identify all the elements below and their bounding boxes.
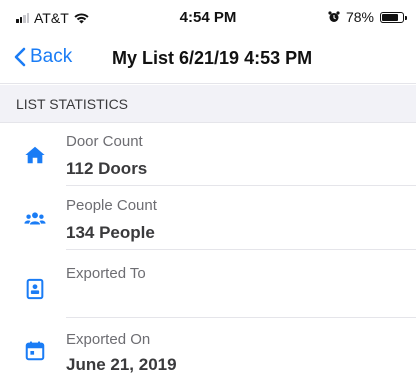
contact-card-icon — [26, 278, 44, 300]
navigation-bar: Back My List 6/21/19 4:53 PM — [0, 34, 416, 84]
battery-icon — [380, 11, 407, 23]
chevron-left-icon — [14, 47, 26, 67]
home-icon — [25, 146, 45, 164]
back-label: Back — [30, 46, 73, 67]
battery-percent: 78% — [345, 9, 374, 25]
alarm-icon — [328, 11, 340, 22]
row-divider — [66, 185, 416, 186]
stat-label: Exported To — [66, 265, 146, 282]
status-bar: AT&T 4:54 PM 78% — [0, 0, 416, 34]
section-header-list-statistics: LIST STATISTICS — [0, 85, 416, 123]
stat-label: Door Count — [66, 133, 143, 150]
stat-row-door-count: Door Count 112 Doors — [0, 124, 416, 186]
stat-row-exported-on: Exported On June 21, 2019 — [0, 322, 416, 384]
people-icon — [24, 212, 46, 225]
calendar-icon — [25, 341, 45, 361]
page-title: My List 6/21/19 4:53 PM — [112, 48, 313, 68]
back-button[interactable]: Back — [14, 46, 72, 68]
stat-row-exported-to: Exported To — [0, 256, 416, 318]
stat-label: Exported On — [66, 331, 151, 348]
status-right: 78% — [328, 9, 407, 25]
stat-value: 112 Doors — [66, 159, 148, 178]
stat-value: June 21, 2019 — [66, 355, 177, 374]
row-divider — [66, 317, 416, 318]
row-divider — [66, 249, 416, 250]
stat-row-people-count: People Count 134 People — [0, 188, 416, 250]
stat-label: People Count — [66, 197, 157, 214]
stat-value: 134 People — [66, 223, 155, 242]
